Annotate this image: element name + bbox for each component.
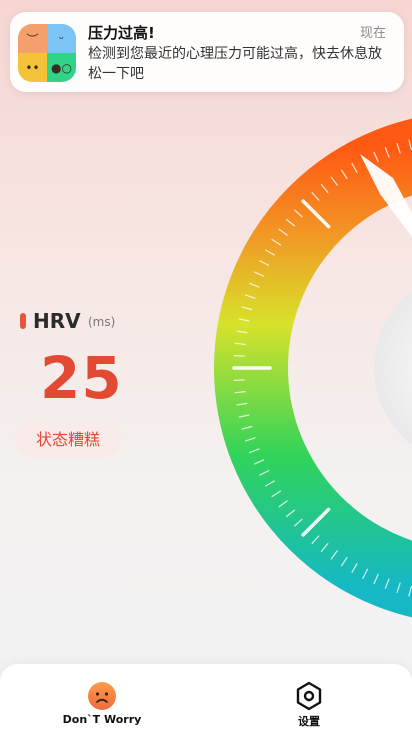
gauge-minor-tick (244, 294, 256, 299)
gauge-minor-tick (384, 147, 390, 158)
gauge-minor-tick (408, 139, 412, 151)
notification-time: 现在 (359, 26, 386, 41)
notification-card[interactable]: ︶ ᵕ •• ●○ 压力过高! 现在 检测到您最近的心理压力可能过高，快去休息放… (10, 12, 404, 92)
gauge-minor-tick (238, 318, 250, 322)
gauge-ring (214, 118, 412, 618)
gauge-minor-tick (241, 425, 253, 430)
gauge-minor-tick (362, 157, 368, 168)
gauge-minor-tick (373, 151, 379, 163)
gauge-minor-tick (340, 556, 348, 567)
nav-home-label: Don`T Worry (62, 713, 142, 726)
gauge-minor-tick (271, 490, 282, 498)
gauge-minor-tick (320, 543, 329, 553)
gauge-minor-tick (396, 142, 401, 154)
gauge-center-knob (374, 291, 412, 445)
gauge-minor-tick (285, 218, 295, 227)
bottom-navigation: Don`T Worry 设置 (0, 664, 412, 734)
gauge-minor-tick (234, 342, 246, 345)
hrv-label: HRV (33, 309, 81, 333)
status-badge: 状态糟糕 (14, 422, 122, 458)
gauge-minor-tick (362, 568, 368, 579)
notification-title: 压力过高! (88, 24, 155, 42)
gauge-minor-tick (233, 379, 245, 381)
gauge-major-tick (301, 507, 331, 537)
gauge-minor-tick (384, 578, 390, 589)
gauge-minor-tick (236, 402, 248, 406)
gauge-ticks (232, 139, 412, 597)
gauge-minor-tick (278, 500, 288, 508)
gauge-minor-tick (271, 238, 282, 246)
gauge-minor-tick (265, 480, 275, 487)
gauge-minor-tick (253, 459, 265, 465)
gauge-major-tick (301, 199, 331, 229)
gauge-minor-tick (373, 573, 379, 585)
gauge-minor-tick (351, 163, 358, 173)
gauge-minor-tick (265, 249, 275, 256)
gauge-minor-tick (249, 282, 260, 288)
gauge-minor-tick (238, 414, 250, 418)
hrv-unit: (ms) (88, 315, 116, 329)
gauge-minor-tick (259, 260, 270, 266)
sad-face-icon (88, 682, 116, 710)
notification-body: 检测到您最近的心理压力可能过高，快去休息放松一下吧 (88, 46, 382, 82)
gauge-minor-tick (285, 509, 295, 518)
hrv-value: 25 (40, 344, 123, 412)
gauge-minor-tick (330, 176, 338, 186)
gauge-minor-tick (244, 437, 256, 442)
nav-home[interactable]: Don`T Worry (42, 664, 162, 734)
gauge-minor-tick (340, 169, 348, 180)
gauge-minor-tick (351, 563, 358, 573)
gauge-minor-tick (259, 470, 270, 476)
nav-settings[interactable]: 设置 (249, 664, 369, 734)
gauge-needle (360, 154, 412, 237)
gauge-minor-tick (311, 535, 320, 544)
gauge-minor-tick (233, 355, 245, 357)
gauge-minor-tick (396, 582, 401, 594)
gauge-minor-tick (249, 448, 260, 454)
hrv-indicator-bar (20, 313, 26, 329)
gauge-minor-tick (278, 228, 288, 236)
gear-icon (296, 681, 322, 711)
gauge-minor-tick (253, 271, 265, 277)
gauge-minor-tick (241, 306, 253, 311)
gauge-minor-tick (234, 391, 246, 394)
gauge-minor-tick (294, 209, 303, 218)
nav-settings-label: 设置 (298, 715, 320, 728)
gauge-minor-tick (408, 585, 412, 597)
gauge-minor-tick (236, 330, 248, 334)
gauge-minor-tick (294, 518, 303, 527)
app-emoji-faces-icon: ︶ ᵕ •• ●○ (18, 24, 76, 82)
gauge-minor-tick (311, 192, 320, 201)
gauge-minor-tick (330, 550, 338, 560)
gauge-minor-tick (320, 183, 329, 193)
